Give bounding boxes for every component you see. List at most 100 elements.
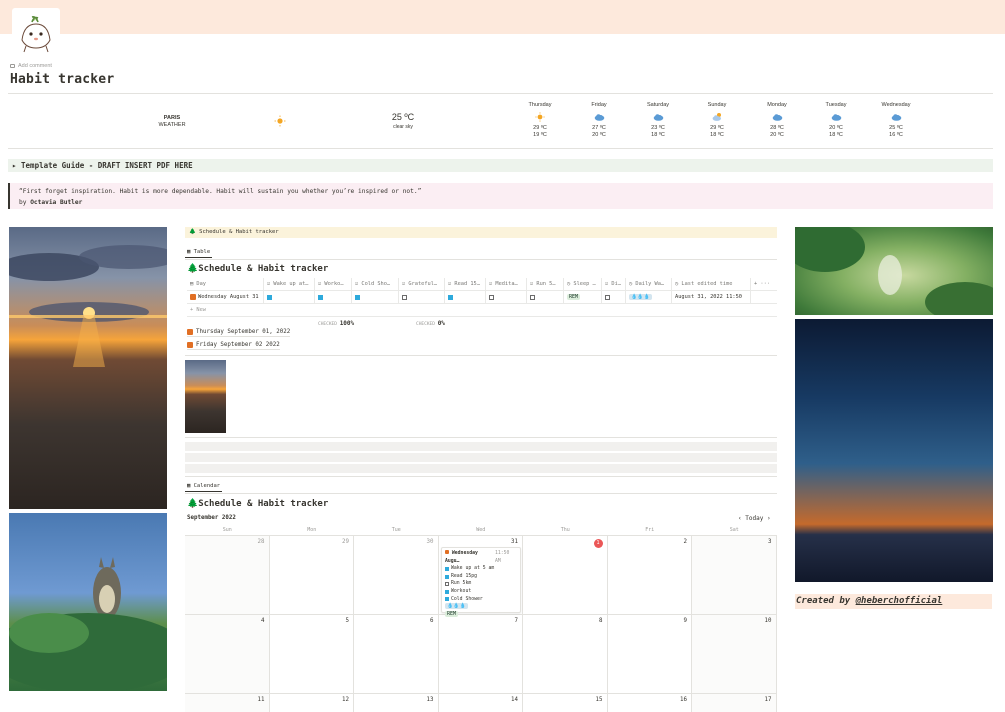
weekday-label: Mon xyxy=(307,527,317,533)
prev-month-icon[interactable]: ‹ xyxy=(738,515,742,522)
calendar-day-cell[interactable]: 14 xyxy=(439,694,523,712)
table-cell[interactable] xyxy=(527,291,564,303)
column-header[interactable]: ◷ Sleep … xyxy=(564,278,602,290)
calendar-day-cell[interactable]: 13 xyxy=(354,694,439,712)
column-header[interactable]: ☑ Cold Sho… xyxy=(352,278,399,290)
sub-page-link[interactable]: Thursday September 01, 2022 xyxy=(187,329,291,337)
day-number: 17 xyxy=(764,697,772,703)
table-cell[interactable] xyxy=(486,291,527,303)
weekday-label: Wed xyxy=(476,527,486,533)
table-cell[interactable]: August 31, 2022 11:50 xyxy=(672,291,751,303)
column-header[interactable]: ☑ Run 5… xyxy=(527,278,564,290)
calc-label: CHECKED xyxy=(318,322,337,327)
current-weather: 25 ºC clear sky xyxy=(373,112,433,132)
day-number: 31 xyxy=(511,539,518,545)
page-icon[interactable] xyxy=(12,8,60,56)
column-header[interactable]: ▤ Day xyxy=(187,278,264,290)
day-number: 5 xyxy=(345,618,350,624)
column-header[interactable]: ◷ Last edited time xyxy=(672,278,751,290)
calendar-day-cell[interactable]: 4 xyxy=(185,615,270,694)
add-comment-button[interactable]: Add comment xyxy=(10,63,52,69)
calendar-day-cell[interactable]: 7 xyxy=(438,615,523,694)
next-month-icon[interactable]: › xyxy=(767,515,771,522)
table-cell[interactable]: Wednesday August 31 xyxy=(187,291,264,303)
column-header[interactable]: ☑ Medita… xyxy=(486,278,527,290)
calendar-day-cell[interactable]: 29 xyxy=(269,536,354,615)
table-cell[interactable] xyxy=(352,291,399,303)
forecast-day-name: Saturday xyxy=(646,102,669,108)
calendar-day-cell[interactable]: 16 xyxy=(608,694,692,712)
calendar-day-cell[interactable]: 9 xyxy=(607,615,692,694)
column-header[interactable]: ☑ Worko… xyxy=(315,278,352,290)
table-cell[interactable]: 💧💧💧 xyxy=(626,291,672,303)
forecast-low: 18 ºC xyxy=(829,132,843,138)
forest-spirit-image xyxy=(795,227,993,315)
cloud-icon xyxy=(571,111,627,123)
card-sleep-tag: REM xyxy=(445,610,459,617)
column-header[interactable]: ☑ Grateful… xyxy=(399,278,445,290)
calendar-day-cell[interactable]: 5 xyxy=(269,615,354,694)
template-guide-toggle[interactable]: ▸ Template Guide - DRAFT INSERT PDF HERE xyxy=(8,159,993,172)
calendar-event-card[interactable]: Wednesday Augu… 11:50 AM Wake up at 5 am R… xyxy=(441,547,521,617)
checkbox[interactable] xyxy=(318,294,323,300)
table-row[interactable]: Wednesday August 31 REM 💧💧💧 August 31, 2022… xyxy=(187,291,777,304)
card-item-label: Wake up at 5 am xyxy=(451,566,495,572)
sunset-scene xyxy=(9,245,167,367)
today-button[interactable]: Today xyxy=(745,515,763,522)
column-header[interactable]: ☑ Read 15… xyxy=(445,278,486,290)
table-cell[interactable] xyxy=(602,291,626,303)
card-checklist-item: Workout xyxy=(445,588,517,596)
calendar-day-cell[interactable]: 8 xyxy=(523,615,608,694)
cloud-icon xyxy=(808,111,864,123)
add-column-icon[interactable]: + ··· xyxy=(751,278,775,290)
cloud-icon xyxy=(749,111,805,123)
calendar-day-cell[interactable]: 30 xyxy=(354,536,439,615)
forecast-day-name: Sunday xyxy=(707,102,727,108)
checkbox[interactable] xyxy=(530,294,535,300)
sun-cloud-icon xyxy=(689,111,745,123)
sub-page-link[interactable]: Friday September 02 2022 xyxy=(187,342,280,350)
column-header[interactable]: ☑ Di… xyxy=(602,278,626,290)
database-breadcrumb[interactable]: 🌲 Schedule & Habit tracker xyxy=(185,227,777,238)
table-cell[interactable] xyxy=(399,291,445,303)
table-cell[interactable] xyxy=(264,291,315,303)
forecast-day-name: Thursday xyxy=(528,102,552,108)
calendar-day-cell[interactable]: 12 xyxy=(270,694,354,712)
calendar-day-cell[interactable]: 6 xyxy=(354,615,439,694)
checkbox[interactable] xyxy=(605,294,610,300)
tab-table-view[interactable]: ▦ Table xyxy=(185,249,213,258)
sprout-creature-icon xyxy=(21,16,51,53)
card-item-label: Workout xyxy=(451,588,472,594)
new-row-button[interactable]: + New xyxy=(187,304,777,317)
calendar-day-cell[interactable]: 3 xyxy=(692,536,777,615)
table-cell[interactable]: REM xyxy=(564,291,602,303)
calendar-day-cell[interactable]: 11 xyxy=(185,694,270,712)
checkbox[interactable] xyxy=(489,294,494,300)
calendar-day-cell[interactable]: 10 xyxy=(692,615,777,694)
cloud-icon xyxy=(868,111,924,123)
calendar-day-cell[interactable]: 28 xyxy=(185,536,270,615)
calendar-day-cell[interactable]: 17 xyxy=(692,694,777,712)
column-header[interactable]: ☑ Wake up at… xyxy=(264,278,315,290)
credit-handle-link[interactable]: @heberchofficial xyxy=(856,596,943,606)
column-header[interactable]: ◷ Daily Wa… xyxy=(626,278,672,290)
day-number: 9 xyxy=(683,618,688,624)
gallery-thumbnail[interactable] xyxy=(185,360,226,433)
forecast-high: 28 ºC xyxy=(770,125,784,131)
calendar-day-cell[interactable]: 1 xyxy=(523,536,608,615)
checkbox[interactable] xyxy=(355,294,360,300)
calendar-day-cell[interactable]: 15 xyxy=(523,694,608,712)
checkbox[interactable] xyxy=(448,294,453,300)
calendar-day-cell[interactable]: 2 xyxy=(607,536,692,615)
section-divider xyxy=(185,476,777,477)
forecast-high: 29 ºC xyxy=(710,125,724,131)
table-cell[interactable] xyxy=(445,291,486,303)
checkbox[interactable] xyxy=(402,294,407,300)
table-cell[interactable] xyxy=(315,291,352,303)
weather-widget: PARIS WEATHER 25 ºC clear sky Thursday 29… xyxy=(8,93,993,149)
city-name: PARIS xyxy=(163,115,181,121)
checkbox[interactable] xyxy=(267,294,272,300)
sunset-beach-image xyxy=(9,227,167,509)
tab-calendar-view[interactable]: ▦ Calendar xyxy=(185,483,223,492)
totoro-image xyxy=(9,513,167,691)
